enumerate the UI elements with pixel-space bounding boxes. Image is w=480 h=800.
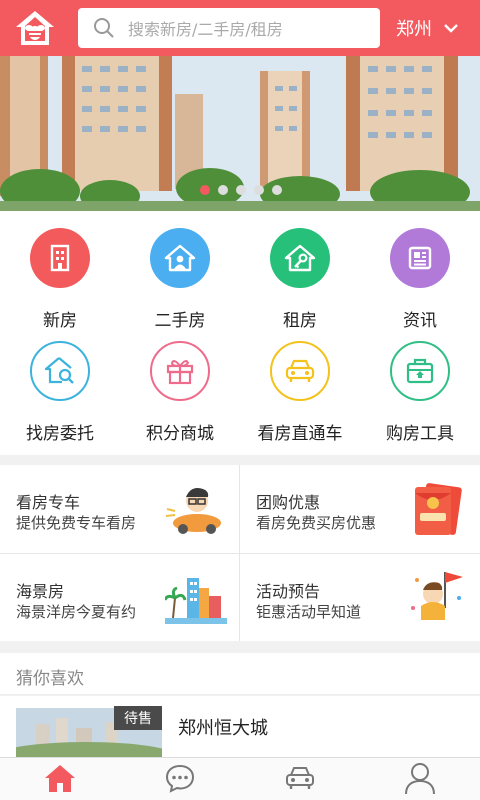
car-icon [283,763,317,797]
grid-item-rent[interactable]: 租房 [240,228,360,331]
promo-card-group-buy[interactable]: 团购优惠 看房免费买房优惠 [240,465,479,552]
grid-item-points-mall[interactable]: 积分商城 [120,341,240,444]
cartoon-flag-icon [405,568,467,628]
chevron-down-icon [442,19,460,37]
search-input[interactable]: 搜索新房/二手房/租房 [78,8,380,48]
grid-item-entrust[interactable]: 找房委托 [0,341,120,444]
grid-label: 积分商城 [146,424,214,444]
list-item[interactable]: 待售 郑州恒大城 [0,696,480,758]
promo-title: 活动预告 [256,582,321,601]
carousel-dot[interactable] [272,185,282,195]
grid-item-tools[interactable]: 购房工具 [360,341,480,444]
carousel-dot[interactable] [218,185,228,195]
grid-label: 租房 [283,311,317,331]
city-label: 郑州 [396,19,432,40]
grid-item-house-bus[interactable]: 看房直通车 [240,341,360,444]
tab-messages[interactable] [162,762,198,798]
carousel-indicator [200,185,282,195]
house-search-icon [30,341,90,401]
header-bar: 搜索新房/二手房/租房 郑州 [0,0,480,56]
building-icon [30,228,90,288]
gift-icon [150,341,210,401]
carousel-dot[interactable] [254,185,264,195]
grid-item-news[interactable]: 资讯 [360,228,480,331]
grid-label: 看房直通车 [257,424,343,444]
search-placeholder: 搜索新房/二手房/租房 [128,20,283,39]
tab-profile[interactable] [402,762,438,798]
carousel-dot[interactable] [236,185,246,195]
category-grid: 新房 二手房 租房 资讯 找房委托 积分商城 看房直通车 购房工具 [0,211,480,455]
car-icon [270,341,330,401]
promo-subtitle: 看房免费买房优惠 [256,514,377,532]
news-icon [390,228,450,288]
bee-house-logo-icon[interactable] [12,6,58,50]
banner-carousel[interactable] [0,56,480,211]
divider [0,553,480,554]
bottom-tab-bar [0,757,480,800]
grid-label: 资讯 [403,311,437,331]
tab-home[interactable] [42,762,78,798]
promo-subtitle: 海景洋房今夏有约 [16,603,137,621]
carousel-dot[interactable] [200,185,210,195]
grid-label: 新房 [43,311,77,331]
toolbox-icon [390,341,450,401]
property-name: 郑州恒大城 [178,718,268,739]
promo-card-events[interactable]: 活动预告 钜惠活动早知道 [240,554,479,641]
user-icon [404,761,436,799]
seaside-buildings-icon [163,568,227,628]
promo-card-seaview[interactable]: 海景房 海景洋房今夏有约 [0,554,239,641]
search-icon [92,16,116,40]
section-title: 猜你喜欢 [16,669,84,689]
tab-car[interactable] [282,762,318,798]
grid-item-second-hand[interactable]: 二手房 [120,228,240,331]
grid-label: 找房委托 [26,424,94,444]
promo-subtitle: 提供免费专车看房 [16,514,137,532]
cartoon-car-icon [165,479,227,539]
chat-icon [164,762,196,798]
grid-item-new-house[interactable]: 新房 [0,228,120,331]
red-envelope-icon [405,479,467,539]
promo-title: 看房专车 [16,493,81,512]
grid-label: 二手房 [154,311,206,331]
grid-label: 购房工具 [386,424,454,444]
status-badge: 待售 [114,706,162,730]
house-user-icon [150,228,210,288]
city-selector[interactable]: 郑州 [396,0,460,56]
promo-title: 团购优惠 [256,493,321,512]
promo-card-car[interactable]: 看房专车 提供免费专车看房 [0,465,239,552]
recommend-header: 猜你喜欢 [0,653,480,695]
home-icon [43,762,77,798]
promo-title: 海景房 [16,582,65,601]
promo-subtitle: 钜惠活动早知道 [256,603,362,621]
house-key-icon [270,228,330,288]
promo-section: 看房专车 提供免费专车看房 团购优惠 看房免费买房优惠 海景房 海景洋房今夏有约… [0,465,480,641]
